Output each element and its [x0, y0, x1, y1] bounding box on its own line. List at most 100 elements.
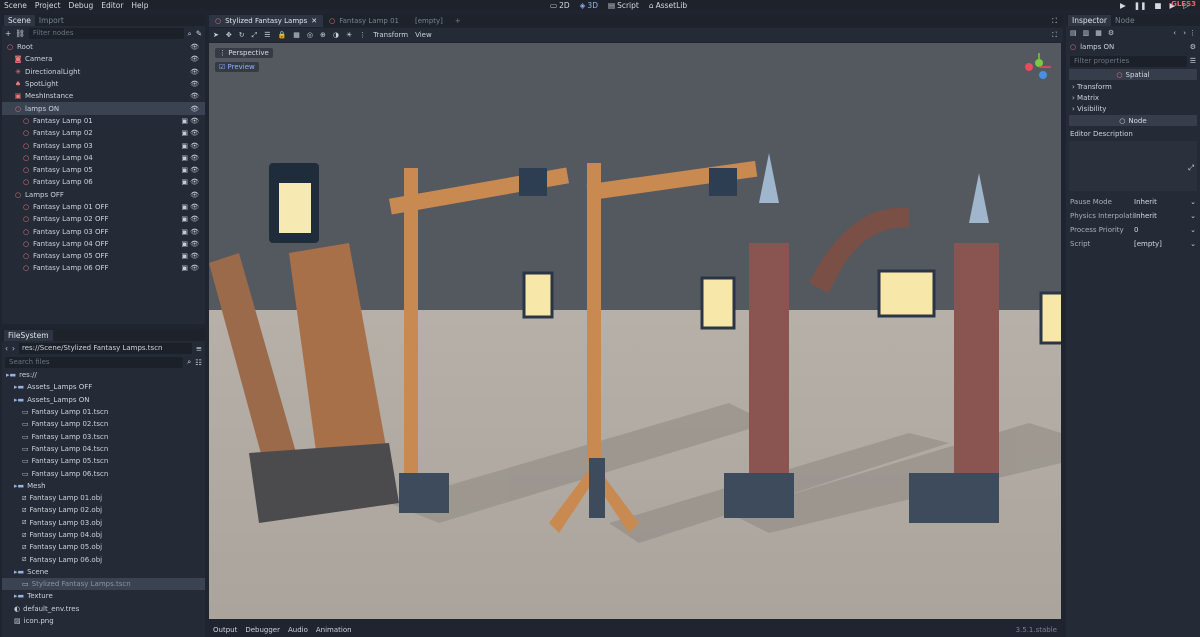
- mode-assetlib-button[interactable]: ⌂ AssetLib: [649, 1, 687, 10]
- tab-audio[interactable]: Audio: [288, 626, 308, 634]
- mode-2d-button[interactable]: ▭ 2D: [550, 1, 570, 10]
- visibility-eye-icon[interactable]: 👁: [190, 117, 199, 125]
- perspective-menu[interactable]: ⋮ Perspective: [215, 48, 273, 58]
- add-node-icon[interactable]: +: [5, 29, 11, 38]
- folder-item[interactable]: ▸▬ Texture: [2, 590, 205, 602]
- tab-debugger[interactable]: Debugger: [245, 626, 280, 634]
- scene-tree-item[interactable]: ○ lamps ON 👁: [2, 102, 205, 115]
- back-icon[interactable]: ‹: [5, 344, 8, 353]
- file-item[interactable]: ▭ Stylized Fantasy Lamps.tscn: [2, 578, 205, 591]
- mode-3d-button[interactable]: ◈ 3D: [580, 1, 598, 10]
- visibility-eye-icon[interactable]: 👁: [190, 92, 199, 100]
- menu-help[interactable]: Help: [127, 1, 152, 10]
- open-scene-icon[interactable]: ▣: [181, 178, 188, 186]
- folder-item[interactable]: ▸▬ Mesh: [2, 480, 205, 492]
- visibility-eye-icon[interactable]: 👁: [190, 178, 199, 186]
- file-item[interactable]: ▨ icon.png: [2, 615, 205, 627]
- category-transform[interactable]: › Transform: [1066, 81, 1200, 92]
- path-field[interactable]: res://Scene/Stylized Fantasy Lamps.tscn: [19, 342, 192, 354]
- script-attach-icon[interactable]: ✎: [196, 29, 202, 38]
- list-select-icon[interactable]: ☰: [264, 31, 270, 39]
- visibility-eye-icon[interactable]: 👁: [190, 191, 199, 199]
- menu-debug[interactable]: Debug: [65, 1, 98, 10]
- visibility-eye-icon[interactable]: 👁: [190, 240, 199, 248]
- history-back-icon[interactable]: ‹: [1173, 29, 1176, 37]
- folder-item[interactable]: ▸▬ Assets_Lamps ON: [2, 394, 205, 406]
- file-item[interactable]: ⧄ Fantasy Lamp 03.obj: [2, 517, 205, 529]
- link-icon[interactable]: ⛓: [15, 29, 25, 38]
- open-scene-icon[interactable]: ▣: [181, 154, 188, 162]
- dropdown-icon[interactable]: ⌄: [1190, 212, 1196, 220]
- snap-icon[interactable]: ⊕: [320, 31, 326, 39]
- dropdown-icon[interactable]: ⌄: [1190, 226, 1196, 234]
- 3d-viewport[interactable]: ⋮ Perspective ☑ Preview: [209, 43, 1061, 619]
- view-menu[interactable]: View: [415, 31, 432, 39]
- visibility-eye-icon[interactable]: 👁: [190, 105, 199, 113]
- lock-icon[interactable]: 🔒: [278, 31, 287, 39]
- folder-item[interactable]: ▸▬ Assets_Lamps OFF: [2, 381, 205, 393]
- visibility-eye-icon[interactable]: 👁: [190, 154, 199, 162]
- visibility-eye-icon[interactable]: 👁: [190, 68, 199, 76]
- file-item[interactable]: ▭ Fantasy Lamp 01.tscn: [2, 406, 205, 418]
- filter-nodes-input[interactable]: Filter nodes: [28, 28, 184, 39]
- properties-icon[interactable]: ⚙: [1108, 29, 1114, 37]
- tab-output[interactable]: Output: [213, 626, 237, 634]
- camera-preview-icon[interactable]: ◑: [333, 31, 339, 39]
- history-forward-icon[interactable]: ›: [1183, 29, 1186, 37]
- open-scene-icon[interactable]: ▣: [181, 215, 188, 223]
- load-resource-icon[interactable]: ▥: [1083, 29, 1090, 37]
- scene-tree-item[interactable]: ○ Fantasy Lamp 01 👁 ▣: [2, 115, 205, 127]
- scene-tree-item[interactable]: ○ Fantasy Lamp 05 OFF 👁 ▣: [2, 250, 205, 262]
- more-icon[interactable]: ⋮: [359, 31, 366, 39]
- visibility-eye-icon[interactable]: 👁: [190, 142, 199, 150]
- folder-item[interactable]: ▸▬ Scene: [2, 566, 205, 578]
- visibility-eye-icon[interactable]: 👁: [190, 129, 199, 137]
- scene-tree-item[interactable]: ○ Fantasy Lamp 06 👁 ▣: [2, 176, 205, 188]
- property-value[interactable]: [empty]: [1134, 240, 1190, 248]
- scene-tree-item[interactable]: ○ Fantasy Lamp 02 👁 ▣: [2, 127, 205, 139]
- open-scene-icon[interactable]: ▣: [181, 203, 188, 211]
- filter-properties-input[interactable]: Filter properties: [1070, 55, 1187, 67]
- play-icon[interactable]: ▶: [1120, 1, 1126, 10]
- forward-icon[interactable]: ›: [12, 344, 15, 353]
- dropdown-icon[interactable]: ⌄: [1190, 240, 1196, 248]
- tab-inspector[interactable]: Inspector: [1068, 15, 1111, 26]
- file-item[interactable]: ▭ Fantasy Lamp 06.tscn: [2, 467, 205, 479]
- local-space-icon[interactable]: ◎: [307, 31, 313, 39]
- scene-tree-item[interactable]: ○ Lamps OFF 👁: [2, 189, 205, 201]
- mode-script-button[interactable]: ▤ Script: [608, 1, 639, 10]
- scene-tab[interactable]: [empty]: [405, 15, 449, 27]
- tab-import[interactable]: Import: [35, 15, 68, 26]
- scene-tree-item[interactable]: ○ Fantasy Lamp 04 👁 ▣: [2, 152, 205, 164]
- scene-tree-item[interactable]: ○ Fantasy Lamp 01 OFF 👁 ▣: [2, 201, 205, 213]
- open-scene-icon[interactable]: ▣: [181, 228, 188, 236]
- file-item[interactable]: ⧄ Fantasy Lamp 01.obj: [2, 492, 205, 504]
- scene-tree-item[interactable]: ○ Fantasy Lamp 06 OFF 👁 ▣: [2, 262, 205, 274]
- property-value[interactable]: 0: [1134, 226, 1190, 234]
- visibility-eye-icon[interactable]: 👁: [190, 43, 199, 51]
- category-visibility[interactable]: › Visibility: [1066, 103, 1200, 114]
- scene-tree-item[interactable]: ○ Fantasy Lamp 05 👁 ▣: [2, 164, 205, 176]
- preview-toggle[interactable]: ☑ Preview: [215, 62, 259, 72]
- tab-animation[interactable]: Animation: [316, 626, 352, 634]
- file-item[interactable]: ⧄ Fantasy Lamp 04.obj: [2, 529, 205, 541]
- visibility-eye-icon[interactable]: 👁: [190, 215, 199, 223]
- file-item[interactable]: ⧄ Fantasy Lamp 05.obj: [2, 541, 205, 553]
- transform-menu[interactable]: Transform: [373, 31, 408, 39]
- dropdown-icon[interactable]: ⌄: [1190, 198, 1196, 206]
- file-item[interactable]: ◐ default_env.tres: [2, 603, 205, 615]
- visibility-eye-icon[interactable]: 👁: [190, 80, 199, 88]
- environment-icon[interactable]: ☀: [346, 31, 352, 39]
- property-value[interactable]: Inherit: [1134, 198, 1190, 206]
- file-item[interactable]: ⧄ Fantasy Lamp 06.obj: [2, 553, 205, 565]
- tab-filesystem[interactable]: FileSystem: [4, 330, 53, 341]
- scene-tree-item[interactable]: ✳ DirectionalLight 👁: [2, 66, 205, 78]
- group-icon[interactable]: ▦: [293, 31, 300, 39]
- distraction-free-icon[interactable]: ⛶: [1052, 17, 1057, 26]
- split-view-icon[interactable]: ≡: [196, 344, 202, 353]
- open-scene-icon[interactable]: ▣: [181, 264, 188, 272]
- scene-tree-item[interactable]: ○ Fantasy Lamp 04 OFF 👁 ▣: [2, 238, 205, 250]
- scene-tree-item[interactable]: ○ Root 👁: [2, 41, 205, 53]
- expand-icon[interactable]: ⤢: [1188, 163, 1194, 173]
- visibility-eye-icon[interactable]: 👁: [190, 166, 199, 174]
